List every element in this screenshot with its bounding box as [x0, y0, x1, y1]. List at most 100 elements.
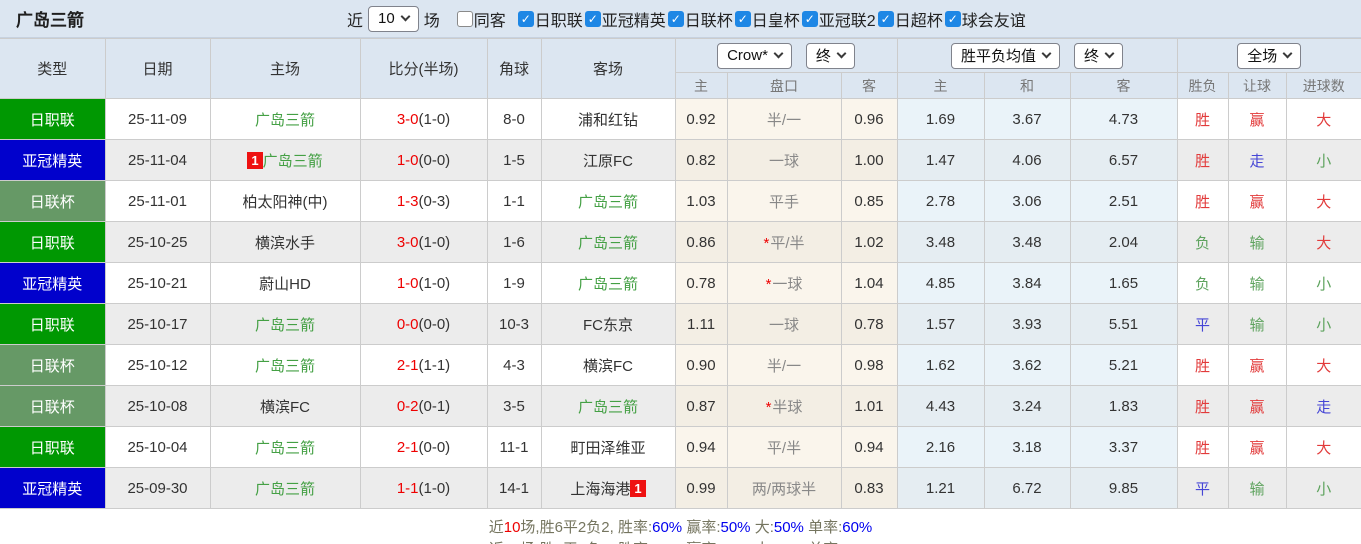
- col-header-score: 比分(半场): [359, 38, 488, 99]
- competition-filter[interactable]: ✓ 日超杯: [877, 7, 943, 31]
- crow-home-odds: 0.87: [674, 385, 728, 427]
- halftime-score: (1-0): [418, 110, 451, 128]
- goals-result-cell: 大: [1285, 180, 1361, 222]
- league-type-badge: 日职联: [0, 98, 106, 140]
- competition-filter[interactable]: ✓ 日皇杯: [734, 7, 800, 31]
- away-team-cell: FC东京: [540, 303, 676, 345]
- competition-filter[interactable]: ✓ 球会友谊: [944, 7, 1026, 31]
- home-team-cell: 广岛三箭: [209, 303, 361, 345]
- crow-away-odds: 1.00: [840, 139, 898, 181]
- goals-result-cell: 小: [1285, 139, 1361, 181]
- checkbox-icon[interactable]: ✓: [517, 10, 534, 27]
- goals-result-cell: 大: [1285, 221, 1361, 263]
- result-cell: 平: [1176, 303, 1229, 345]
- crow-away-odds: 0.98: [840, 344, 898, 386]
- match-date: 25-10-04: [104, 426, 211, 468]
- handicap-cell: 半/一: [726, 98, 842, 140]
- chevron-down-icon: [836, 48, 847, 59]
- league-type-badge: 日职联: [0, 426, 106, 468]
- away-team-cell: 町田泽维亚: [540, 426, 676, 468]
- handicap-text: 半球: [772, 398, 803, 416]
- score-cell: 3-0(1-0): [359, 98, 488, 140]
- avg-away-odds: 1.65: [1069, 262, 1178, 304]
- corner-score: 8-0: [486, 98, 542, 140]
- home-team-name: 柏太阳神(中): [242, 193, 328, 211]
- avg-home-odds: 1.57: [896, 303, 985, 345]
- competition-label[interactable]: 日职联: [535, 7, 583, 31]
- avg-time-select[interactable]: 终: [1074, 42, 1124, 69]
- result-cell: 负: [1176, 262, 1229, 304]
- competition-label[interactable]: 亚冠联2: [819, 7, 876, 31]
- competition-filter[interactable]: ✓ 亚冠联2: [801, 7, 876, 31]
- odds-time-select[interactable]: 终: [805, 42, 855, 69]
- home-team-cell: 柏太阳神(中): [209, 180, 361, 222]
- avg-home-odds: 4.43: [896, 385, 985, 427]
- competition-filter[interactable]: ✓ 亚冠精英: [584, 7, 666, 31]
- score-cell: 1-1(1-0): [359, 467, 488, 509]
- competition-label[interactable]: 日皇杯: [752, 7, 800, 31]
- halftime-score: (1-0): [418, 233, 451, 251]
- handicap-result-cell: 走: [1227, 139, 1287, 181]
- scope-select[interactable]: 全场: [1237, 42, 1302, 69]
- competition-label[interactable]: 日联杯: [685, 7, 733, 31]
- handicap-text: 一球: [772, 275, 803, 293]
- competition-label[interactable]: 日超杯: [895, 7, 943, 31]
- home-team-cell: 广岛三箭: [209, 98, 361, 140]
- handicap-cell: *平/半: [726, 221, 842, 263]
- halftime-score: (0-1): [418, 397, 451, 415]
- halftime-score: (1-1): [418, 356, 451, 374]
- checkbox-icon[interactable]: ✓: [734, 10, 751, 27]
- home-team-name: 横滨FC: [260, 398, 310, 416]
- away-team-name: 广岛三箭: [577, 275, 638, 293]
- competition-filter[interactable]: ✓ 日联杯: [667, 7, 733, 31]
- home-team-cell: 1 广岛三箭: [209, 139, 361, 181]
- score-cell: 1-0(0-0): [359, 139, 488, 181]
- handicap-text: 一球: [768, 152, 799, 170]
- home-team-name: 广岛三箭: [262, 152, 323, 170]
- avg-draw-odds: 4.06: [983, 139, 1071, 181]
- competition-label[interactable]: 亚冠精英: [602, 7, 666, 31]
- competition-label[interactable]: 球会友谊: [962, 7, 1026, 31]
- handicap-cell: *一球: [726, 262, 842, 304]
- halftime-score: (0-0): [418, 438, 451, 456]
- recent-label: 近: [347, 12, 364, 30]
- recent-count-select[interactable]: 10: [368, 5, 419, 32]
- avg-odds-select[interactable]: 胜平负均值: [951, 42, 1061, 69]
- avg-home-odds: 1.21: [896, 467, 985, 509]
- away-team-name: 广岛三箭: [577, 234, 638, 252]
- crow-home-odds: 0.82: [674, 139, 728, 181]
- away-team-cell: 广岛三箭: [540, 262, 676, 304]
- chevron-down-icon: [1104, 48, 1115, 59]
- away-team-cell: 广岛三箭: [540, 385, 676, 427]
- checkbox-icon[interactable]: ✓: [877, 10, 894, 27]
- same-venue-label[interactable]: 同客: [474, 7, 506, 31]
- crow-away-odds: 1.02: [840, 221, 898, 263]
- col-header-home: 主场: [209, 38, 361, 99]
- rank-badge: 1: [630, 479, 646, 497]
- table-row: 日联杯 25-10-08 横滨FC 0-2(0-1) 3-5 广岛三箭 0.87 *半球 1.0…: [0, 385, 1361, 427]
- match-date: 25-10-08: [104, 385, 211, 427]
- same-venue-filter[interactable]: 同客: [456, 7, 506, 31]
- handicap-cell: *半球: [726, 385, 842, 427]
- crow-away-odds: 1.04: [840, 262, 898, 304]
- crow-away-odds: 0.96: [840, 98, 898, 140]
- away-team-cell: 江原FC: [540, 139, 676, 181]
- col-header-corner: 角球: [486, 38, 542, 99]
- league-type-badge: 亚冠精英: [0, 467, 106, 509]
- fulltime-score: 1-0: [396, 151, 419, 169]
- summary-segment: 场,胜6平2负2, 胜率:: [520, 519, 653, 536]
- checkbox-icon[interactable]: ✓: [801, 10, 818, 27]
- checkbox-icon[interactable]: [456, 10, 473, 27]
- competition-filter[interactable]: ✓ 日职联: [517, 7, 583, 31]
- home-team-name: 广岛三箭: [254, 316, 315, 334]
- checkbox-icon[interactable]: ✓: [667, 10, 684, 27]
- avg-draw-odds: 3.67: [983, 98, 1071, 140]
- checkbox-icon[interactable]: ✓: [584, 10, 601, 27]
- score-cell: 3-0(1-0): [359, 221, 488, 263]
- checkbox-icon[interactable]: ✓: [944, 10, 961, 27]
- filter-controls: 近 10 场 同客 ✓ 日职联 ✓ 亚冠精英 ✓ 日联杯 ✓ 日皇杯 ✓ 亚冠联2 ✓ 日超杯 ✓ 球会友…: [342, 5, 1026, 32]
- score-cell: 2-1(0-0): [359, 426, 488, 468]
- odds-source-select[interactable]: Crow*: [717, 42, 792, 69]
- handicap-result-cell: 赢: [1227, 344, 1287, 386]
- match-date: 25-11-04: [104, 139, 211, 181]
